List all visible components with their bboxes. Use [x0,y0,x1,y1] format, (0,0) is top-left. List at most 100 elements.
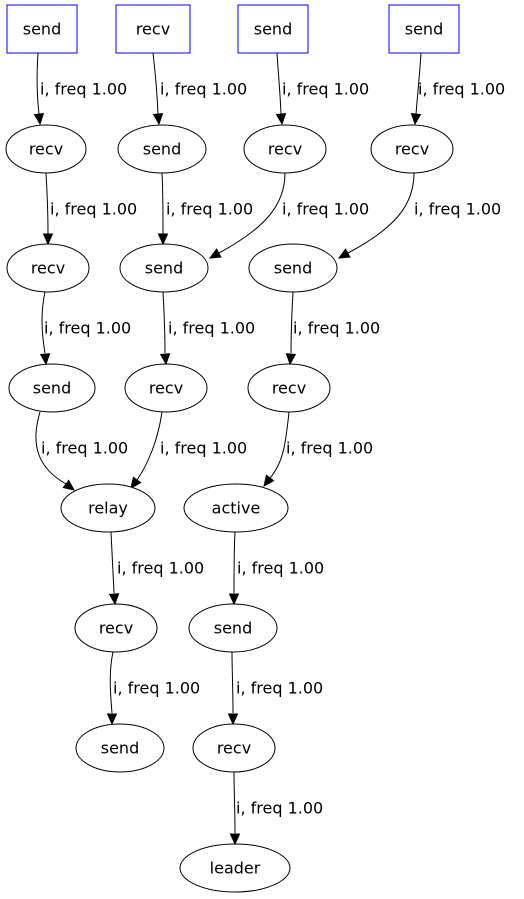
node-label: recv [99,619,133,638]
node-label: recv [136,20,170,39]
node-label: recv [29,140,63,159]
edge-line [231,651,234,714]
node-label: recv [31,259,65,278]
arrowhead-icon [157,233,169,246]
edge-label: i, freq 1.00 [237,559,324,578]
edge-label: i, freq 1.00 [286,439,373,458]
node-label: send [405,20,443,39]
node-s2[interactable]: recv [115,4,191,54]
edge-line [45,172,49,235]
arrowhead-icon [33,113,45,126]
edge-s2-to-a2: i, freq 1.00 [152,52,247,126]
edge-label: i, freq 1.00 [282,200,369,219]
edge-line [276,52,282,115]
edge-label: i, freq 1.00 [414,200,501,219]
arrowhead-icon [410,113,422,126]
arrowhead-icon [229,833,241,846]
edge-label: i, freq 1.00 [40,80,127,99]
node-label: send [274,259,312,278]
edge-c2-to-d1: i, freq 1.00 [130,411,247,489]
arrowhead-icon [275,113,287,126]
node-b1[interactable]: recv [6,243,90,293]
node-e2[interactable]: send [188,603,278,653]
arrowhead-icon [208,248,222,259]
edge-b3-to-c3: i, freq 1.00 [285,291,380,366]
edge-label: i, freq 1.00 [166,200,253,219]
edge-label: i, freq 1.00 [41,439,128,458]
arrowhead-icon [106,713,118,726]
edge-line [162,291,166,354]
node-c2[interactable]: recv [124,363,208,413]
edge-a2-to-b2: i, freq 1.00 [157,172,253,246]
node-label: send [33,379,71,398]
arrowhead-icon [108,593,120,606]
arrowhead-icon [39,353,51,366]
arrowhead-icon [159,353,171,366]
edge-line [36,52,40,115]
node-a4[interactable]: recv [370,124,454,174]
node-label: recv [268,140,302,159]
edge-s1-to-a1: i, freq 1.00 [33,52,127,126]
node-s1[interactable]: send [6,4,78,54]
arrowhead-icon [130,476,142,489]
edge-s4-to-a4: i, freq 1.00 [410,52,505,126]
node-d2[interactable]: active [183,483,289,533]
node-a2[interactable]: send [117,124,207,174]
edge-label: i, freq 1.00 [117,559,204,578]
edge-d2-to-e2: i, freq 1.00 [228,531,324,606]
state-graph: i, freq 1.00 i, freq 1.00 i, freq 1.00 i, f… [5,4,505,893]
edge-e1-to-f1: i, freq 1.00 [106,651,200,726]
edge-label: i, freq 1.00 [236,799,323,818]
edge-line [233,531,236,594]
node-e1[interactable]: recv [74,603,158,653]
edge-label: i, freq 1.00 [160,80,247,99]
edge-b1-to-c1: i, freq 1.00 [39,291,131,366]
node-a3[interactable]: recv [243,124,327,174]
edge-line [110,531,115,594]
node-b3[interactable]: send [248,243,338,293]
node-label: relay [88,499,128,518]
node-a1[interactable]: recv [5,124,87,174]
arrowhead-icon [227,713,239,726]
node-label: send [254,20,292,39]
edge-label: i, freq 1.00 [50,200,137,219]
arrowhead-icon [42,233,54,246]
edge-b2-to-c2: i, freq 1.00 [159,291,255,366]
node-label: recv [395,140,429,159]
node-label: recv [217,739,251,758]
edge-line [136,411,163,481]
node-d1[interactable]: relay [60,483,156,533]
edge-label: i, freq 1.00 [44,319,131,338]
node-b2[interactable]: send [119,243,209,293]
edge-label: i, freq 1.00 [168,319,255,338]
node-label: send [23,20,61,39]
arrowhead-icon [263,474,275,487]
node-f2[interactable]: recv [192,723,276,773]
node-label: send [145,259,183,278]
edge-c1-to-d1: i, freq 1.00 [35,411,128,491]
node-label: recv [272,379,306,398]
node-c1[interactable]: send [8,363,96,413]
node-s3[interactable]: send [237,4,309,54]
node-f1[interactable]: send [75,723,165,773]
arrowhead-icon [62,479,75,491]
edge-label: i, freq 1.00 [418,80,505,99]
arrowhead-icon [337,248,351,259]
edge-label: i, freq 1.00 [236,679,323,698]
edge-label: i, freq 1.00 [160,439,247,458]
node-label: recv [149,379,183,398]
edge-c3-to-d2: i, freq 1.00 [263,411,373,487]
edge-line [161,172,164,235]
edge-a1-to-b1: i, freq 1.00 [42,172,137,246]
edge-d1-to-e1: i, freq 1.00 [108,531,204,606]
arrowhead-icon [285,353,297,366]
node-label: leader [210,859,261,878]
node-label: active [212,499,261,518]
node-s4[interactable]: send [388,4,460,54]
edge-label: i, freq 1.00 [282,80,369,99]
edge-e2-to-f2: i, freq 1.00 [227,651,323,726]
node-c3[interactable]: recv [247,363,331,413]
edge-label: i, freq 1.00 [113,679,200,698]
node-g1[interactable]: leader [179,843,291,893]
edge-line [152,52,159,115]
